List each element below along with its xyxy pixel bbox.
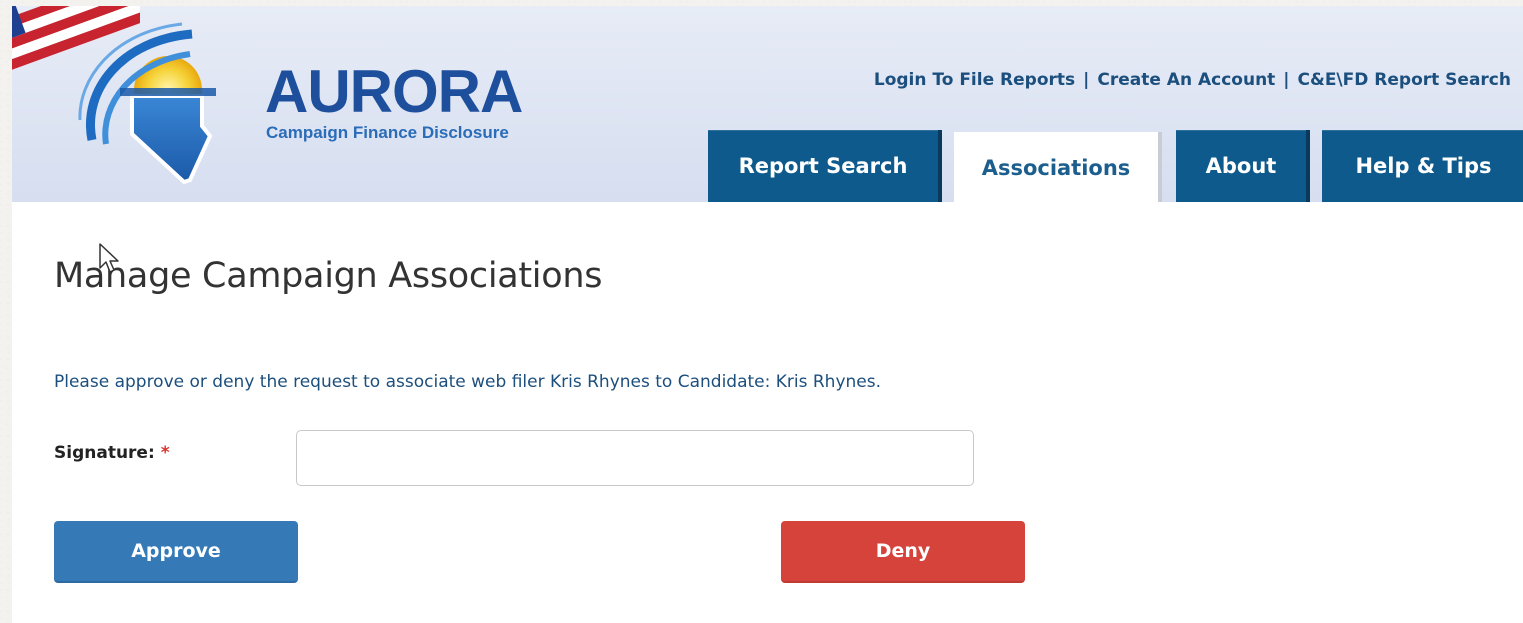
deny-button[interactable]: Deny xyxy=(781,521,1025,583)
signature-label-text: Signature: xyxy=(54,443,155,463)
top-links: Login To File Reports | Create An Account |… xyxy=(874,70,1511,90)
page: AURORA Campaign Finance Disclosure Login… xyxy=(12,6,1523,623)
report-search-link[interactable]: C&E\FD Report Search xyxy=(1298,70,1511,90)
approve-button[interactable]: Approve xyxy=(54,521,298,583)
login-link[interactable]: Login To File Reports xyxy=(874,70,1075,90)
site-header: AURORA Campaign Finance Disclosure Login… xyxy=(12,6,1523,202)
tab-report-search[interactable]: Report Search xyxy=(708,130,942,202)
link-separator: | xyxy=(1283,70,1290,90)
required-mark: * xyxy=(160,443,170,463)
signature-label: Signature: * xyxy=(54,443,170,463)
logo-wordmark: AURORA xyxy=(265,58,523,125)
page-title: Manage Campaign Associations xyxy=(54,256,603,296)
instruction-text: Please approve or deny the request to as… xyxy=(54,372,882,392)
tab-associations[interactable]: Associations xyxy=(954,132,1162,202)
tab-about[interactable]: About xyxy=(1176,130,1310,202)
link-separator: | xyxy=(1083,70,1090,90)
tab-help-tips[interactable]: Help & Tips xyxy=(1322,130,1523,202)
signature-input[interactable] xyxy=(296,430,974,486)
mouse-cursor-icon xyxy=(99,243,119,273)
create-account-link[interactable]: Create An Account xyxy=(1097,70,1275,90)
main-nav-tabs: Report Search Associations About Help & … xyxy=(12,130,1523,202)
